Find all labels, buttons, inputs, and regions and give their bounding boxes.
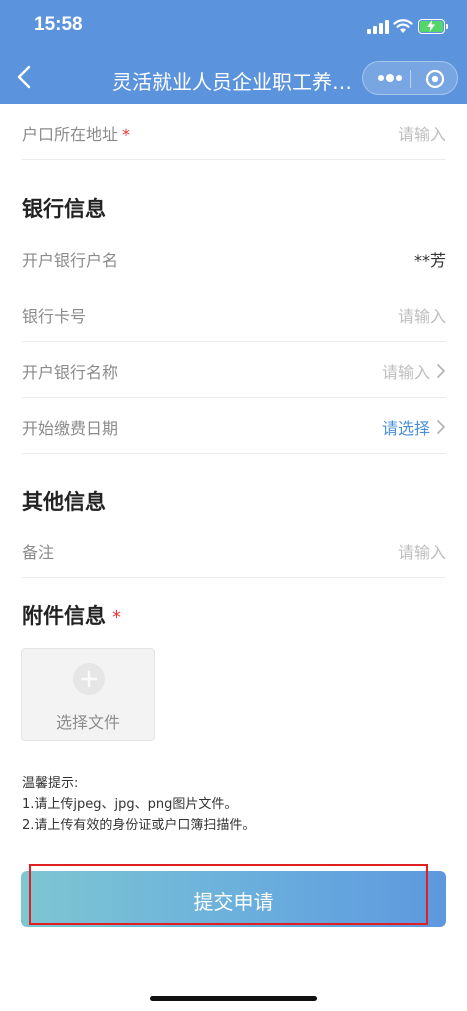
remark-label: 备注 bbox=[22, 543, 55, 562]
required-mark: * bbox=[122, 125, 131, 144]
attachment-section-title: 附件信息 * bbox=[22, 604, 121, 628]
start-date-label: 开始缴费日期 bbox=[22, 419, 119, 438]
more-dots-icon[interactable] bbox=[377, 72, 403, 84]
signal-icon bbox=[367, 20, 389, 34]
nav-bar: 灵活就业人员企业职工养老保险参保登记 bbox=[0, 52, 467, 104]
bank-section-title: 银行信息 bbox=[22, 197, 106, 221]
card-number-label: 银行卡号 bbox=[22, 307, 87, 326]
chevron-right-icon bbox=[437, 364, 445, 378]
chevron-right-icon bbox=[437, 420, 445, 434]
required-mark: * bbox=[112, 607, 121, 628]
start-date-field[interactable]: 开始缴费日期 请选择 bbox=[22, 398, 446, 454]
account-name-value: **芳 bbox=[413, 251, 446, 270]
hukou-address-field[interactable]: 户口所在地址 * 请输入 bbox=[22, 104, 446, 160]
header: 15:58 灵活就业人员企业职工养老保险参保登记 bbox=[0, 0, 467, 104]
bank-name-field[interactable]: 开户银行名称 请输入 bbox=[22, 342, 446, 398]
tips: 温馨提示: 1.请上传jpeg、jpg、png图片文件。 2.请上传有效的身份证… bbox=[22, 773, 255, 836]
account-name-field: 开户银行户名 **芳 bbox=[22, 230, 446, 286]
page-title: 灵活就业人员企业职工养老保险参保登记 bbox=[112, 70, 352, 94]
plus-circle-icon bbox=[73, 663, 105, 695]
other-section-title: 其他信息 bbox=[22, 490, 106, 514]
highlight-box bbox=[29, 864, 428, 925]
card-number-input[interactable]: 请输入 bbox=[398, 303, 446, 327]
bank-name-input[interactable]: 请输入 bbox=[382, 359, 430, 383]
status-time: 15:58 bbox=[34, 14, 83, 35]
start-date-picker[interactable]: 请选择 bbox=[382, 415, 430, 439]
wifi-icon bbox=[393, 19, 413, 33]
account-name-label: 开户银行户名 bbox=[22, 251, 119, 270]
hukou-address-label: 户口所在地址 bbox=[22, 125, 119, 144]
tips-title: 温馨提示: bbox=[22, 776, 79, 791]
hukou-address-input[interactable]: 请输入 bbox=[398, 121, 446, 145]
tips-line: 1.请上传jpeg、jpg、png图片文件。 bbox=[22, 797, 238, 812]
back-chevron-icon[interactable] bbox=[14, 64, 36, 90]
status-bar: 15:58 bbox=[0, 0, 467, 48]
mini-program-capsule bbox=[362, 61, 458, 95]
choose-file-label: 选择文件 bbox=[55, 713, 120, 732]
tips-line: 2.请上传有效的身份证或户口簿扫描件。 bbox=[22, 818, 256, 833]
card-number-field[interactable]: 银行卡号 请输入 bbox=[22, 286, 446, 342]
remark-input[interactable]: 请输入 bbox=[398, 539, 446, 563]
battery-charging-icon bbox=[418, 19, 445, 34]
choose-file-button[interactable]: 选择文件 bbox=[21, 648, 155, 741]
home-indicator bbox=[150, 996, 317, 1001]
remark-field[interactable]: 备注 请输入 bbox=[22, 522, 446, 578]
close-circle-icon[interactable] bbox=[425, 69, 445, 89]
bank-name-label: 开户银行名称 bbox=[22, 363, 119, 382]
